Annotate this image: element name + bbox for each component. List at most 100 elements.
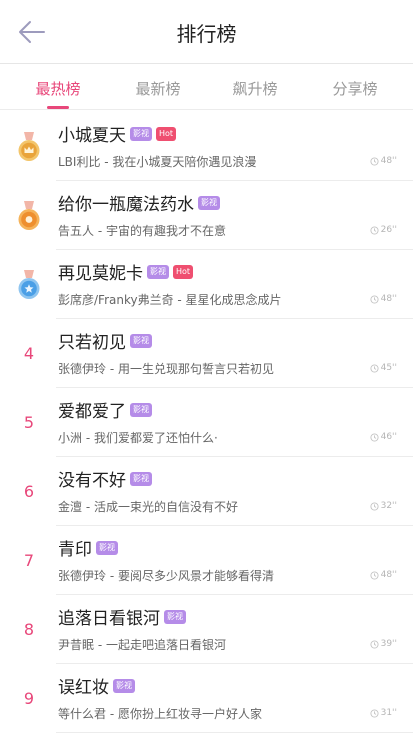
clock-icon: [370, 639, 379, 649]
duration: 26'': [370, 225, 397, 235]
rank-number: 9: [23, 689, 35, 708]
silver-medal-icon: [18, 200, 40, 230]
film-tag-badge: 影视: [130, 126, 152, 141]
active-tab-indicator: [47, 106, 69, 109]
song-subtitle: 金澶 - 活成一束光的自信没有不好: [58, 500, 238, 514]
rank-indicator: 5: [14, 388, 44, 457]
song-subtitle: LBI利比 - 我在小城夏天陪你遇见浪漫: [58, 155, 257, 169]
song-title-line: 爱都爱了 影视: [58, 397, 152, 422]
song-title-line: 没有不好 影视: [58, 466, 152, 491]
clock-icon: [370, 570, 379, 580]
duration-text: 48'': [380, 156, 397, 166]
song-name: 只若初见: [58, 333, 126, 353]
gold-medal-icon: [18, 131, 40, 161]
ranking-row[interactable]: 再见莫妮卡 影视 Hot 彭席彦/Franky弗兰奇 - 星星化成思念成片 48…: [0, 250, 413, 319]
song-subtitle: 小洲 - 我们爱都爱了还怕什么·: [58, 431, 218, 445]
clock-icon: [370, 432, 379, 442]
song-name: 误红妆: [58, 678, 109, 698]
rank-indicator: [14, 112, 44, 181]
tab-bar: 最热榜 最新榜 飙升榜 分享榜: [0, 64, 413, 110]
rank-indicator: 9: [14, 664, 44, 733]
ranking-row[interactable]: 9 误红妆 影视 等什么君 - 愿你扮上红妆寻一户好人家 31'': [0, 664, 413, 733]
song-name: 爱都爱了: [58, 402, 126, 422]
clock-icon: [370, 708, 379, 718]
ranking-row[interactable]: 4 只若初见 影视 张德伊玲 - 用一生兑现那句誓言只若初见 45'': [0, 319, 413, 388]
tab-newest[interactable]: 最新榜: [118, 78, 198, 99]
duration-text: 39'': [380, 639, 397, 649]
clock-icon: [370, 225, 379, 235]
film-tag-badge: 影视: [198, 195, 220, 210]
duration-text: 31'': [380, 708, 397, 718]
duration: 31'': [370, 708, 397, 718]
ranking-row[interactable]: 6 没有不好 影视 金澶 - 活成一束光的自信没有不好 32'': [0, 457, 413, 526]
song-name: 小城夏天: [58, 126, 126, 146]
ranking-row[interactable]: 给你一瓶魔法药水 影视 告五人 - 宇宙的有趣我才不在意 26'': [0, 181, 413, 250]
duration: 45'': [370, 363, 397, 373]
rank-indicator: 6: [14, 457, 44, 526]
rank-number: 8: [23, 620, 35, 639]
duration-text: 32'': [380, 501, 397, 511]
song-title-line: 只若初见 影视: [58, 328, 152, 353]
song-name: 没有不好: [58, 471, 126, 491]
hot-badge: Hot: [156, 126, 177, 141]
duration-text: 26'': [380, 225, 397, 235]
duration-text: 45'': [380, 363, 397, 373]
duration: 32'': [370, 501, 397, 511]
rank-indicator: [14, 181, 44, 250]
clock-icon: [370, 156, 379, 166]
duration-text: 48'': [380, 570, 397, 580]
clock-icon: [370, 363, 379, 373]
rank-number: 6: [23, 482, 35, 501]
song-name: 再见莫妮卡: [58, 264, 143, 284]
song-name: 青印: [58, 540, 92, 560]
rank-number: 4: [23, 344, 35, 363]
ranking-list: 小城夏天 影视 Hot LBI利比 - 我在小城夏天陪你遇见浪漫 48'' 给你…: [0, 112, 413, 733]
rank-indicator: 8: [14, 595, 44, 664]
song-title-line: 青印 影视: [58, 535, 118, 560]
ranking-row[interactable]: 5 爱都爱了 影视 小洲 - 我们爱都爱了还怕什么· 46'': [0, 388, 413, 457]
song-subtitle: 告五人 - 宇宙的有趣我才不在意: [58, 224, 226, 238]
song-subtitle: 尹昔眠 - 一起走吧追落日看银河: [58, 638, 226, 652]
song-subtitle: 等什么君 - 愿你扮上红妆寻一户好人家: [58, 707, 262, 721]
duration-text: 46'': [380, 432, 397, 442]
duration: 39'': [370, 639, 397, 649]
rank-indicator: 4: [14, 319, 44, 388]
bronze-medal-icon: [18, 269, 40, 299]
film-tag-badge: 影视: [113, 678, 135, 693]
tab-shared[interactable]: 分享榜: [315, 78, 395, 99]
tab-hottest[interactable]: 最热榜: [18, 78, 98, 99]
clock-icon: [370, 501, 379, 511]
film-tag-badge: 影视: [130, 402, 152, 417]
film-tag-badge: 影视: [147, 264, 169, 279]
duration: 46'': [370, 432, 397, 442]
hot-badge: Hot: [173, 264, 194, 279]
song-title-line: 再见莫妮卡 影视 Hot: [58, 259, 194, 284]
duration: 48'': [370, 570, 397, 580]
rank-indicator: [14, 250, 44, 319]
ranking-row[interactable]: 8 追落日看银河 影视 尹昔眠 - 一起走吧追落日看银河 39'': [0, 595, 413, 664]
song-subtitle: 张德伊玲 - 用一生兑现那句誓言只若初见: [58, 362, 274, 376]
song-title-line: 给你一瓶魔法药水 影视: [58, 190, 220, 215]
song-name: 追落日看银河: [58, 609, 160, 629]
ranking-row[interactable]: 7 青印 影视 张德伊玲 - 要阅尽多少风景才能够看得清 48'': [0, 526, 413, 595]
duration: 48'': [370, 156, 397, 166]
song-title-line: 误红妆 影视: [58, 673, 135, 698]
duration: 48'': [370, 294, 397, 304]
film-tag-badge: 影视: [130, 471, 152, 486]
film-tag-badge: 影视: [96, 540, 118, 555]
rank-number: 5: [23, 413, 35, 432]
rank-indicator: 7: [14, 526, 44, 595]
song-subtitle: 彭席彦/Franky弗兰奇 - 星星化成思念成片: [58, 293, 282, 307]
ranking-row[interactable]: 小城夏天 影视 Hot LBI利比 - 我在小城夏天陪你遇见浪漫 48'': [0, 112, 413, 181]
song-subtitle: 张德伊玲 - 要阅尽多少风景才能够看得清: [58, 569, 274, 583]
duration-text: 48'': [380, 294, 397, 304]
film-tag-badge: 影视: [130, 333, 152, 348]
tab-rising[interactable]: 飙升榜: [215, 78, 295, 99]
film-tag-badge: 影视: [164, 609, 186, 624]
row-divider: [56, 732, 413, 733]
song-title-line: 小城夏天 影视 Hot: [58, 121, 177, 146]
top-bar: 排行榜: [0, 0, 413, 64]
clock-icon: [370, 294, 379, 304]
song-name: 给你一瓶魔法药水: [58, 195, 194, 215]
page-title: 排行榜: [176, 22, 237, 46]
